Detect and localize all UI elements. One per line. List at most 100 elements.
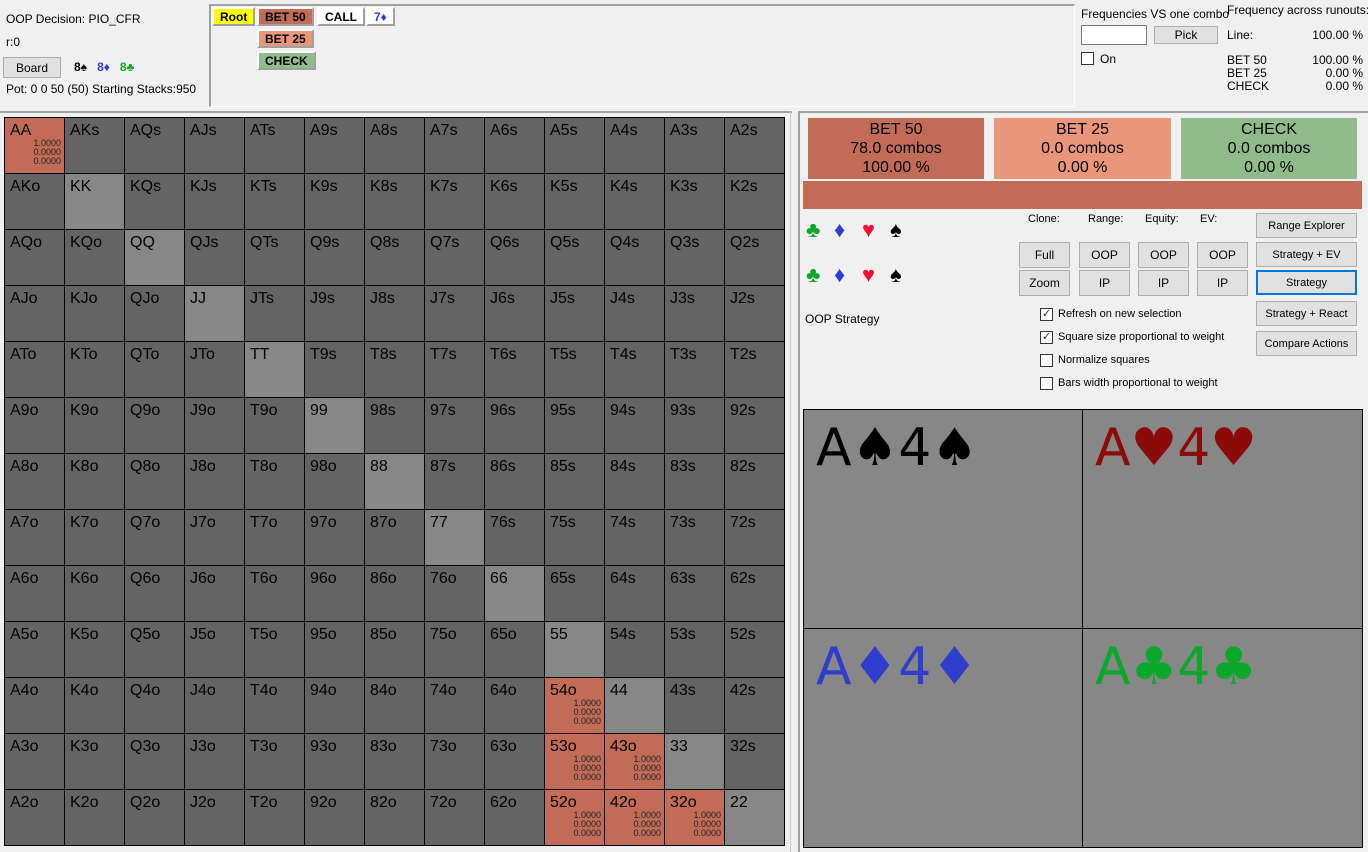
hand-cell-42o[interactable]: 42o 1.0000 0.0000 0.0000 <box>605 790 665 846</box>
hand-cell-A2o[interactable]: A2o <box>5 790 65 846</box>
hand-cell-AQo[interactable]: AQo <box>5 230 65 286</box>
hand-cell-54o[interactable]: 54o 1.0000 0.0000 0.0000 <box>545 678 605 734</box>
combo-cell-diamonds[interactable]: A♦4♦ <box>803 628 1083 848</box>
hand-cell-T8s[interactable]: T8s <box>365 342 425 398</box>
hand-cell-84s[interactable]: 84s <box>605 454 665 510</box>
hand-cell-K7o[interactable]: K7o <box>65 510 125 566</box>
view-button-strategy-ev[interactable]: Strategy + EV <box>1256 242 1357 267</box>
hand-cell-K5s[interactable]: K5s <box>545 174 605 230</box>
hand-cell-75s[interactable]: 75s <box>545 510 605 566</box>
hand-cell-32o[interactable]: 32o 1.0000 0.0000 0.0000 <box>665 790 725 846</box>
hand-cell-74o[interactable]: 74o <box>425 678 485 734</box>
ev-oop-button[interactable]: OOP <box>1197 242 1248 268</box>
hand-cell-A5o[interactable]: A5o <box>5 622 65 678</box>
hand-cell-K2o[interactable]: K2o <box>65 790 125 846</box>
hand-cell-73s[interactable]: 73s <box>665 510 725 566</box>
tree-node-call[interactable]: CALL <box>317 7 365 26</box>
hand-cell-T7s[interactable]: T7s <box>425 342 485 398</box>
hand-cell-T5s[interactable]: T5s <box>545 342 605 398</box>
hand-cell-A2s[interactable]: A2s <box>725 118 785 174</box>
hand-cell-K6o[interactable]: K6o <box>65 566 125 622</box>
hand-cell-88[interactable]: 88 <box>365 454 425 510</box>
option-checkbox[interactable] <box>1040 354 1053 367</box>
range-oop-button[interactable]: OOP <box>1079 242 1130 268</box>
hand-cell-76o[interactable]: 76o <box>425 566 485 622</box>
hand-cell-44[interactable]: 44 <box>605 678 665 734</box>
hand-cell-KQo[interactable]: KQo <box>65 230 125 286</box>
hand-cell-52s[interactable]: 52s <box>725 622 785 678</box>
hand-cell-K2s[interactable]: K2s <box>725 174 785 230</box>
equity-oop-button[interactable]: OOP <box>1138 242 1189 268</box>
hand-cell-54s[interactable]: 54s <box>605 622 665 678</box>
on-checkbox[interactable] <box>1081 52 1094 65</box>
hand-cell-92s[interactable]: 92s <box>725 398 785 454</box>
hand-cell-K8o[interactable]: K8o <box>65 454 125 510</box>
hand-cell-55[interactable]: 55 <box>545 622 605 678</box>
hand-cell-QTs[interactable]: QTs <box>245 230 305 286</box>
hand-cell-Q2s[interactable]: Q2s <box>725 230 785 286</box>
hand-cell-J4o[interactable]: J4o <box>185 678 245 734</box>
hand-cell-K3s[interactable]: K3s <box>665 174 725 230</box>
hand-cell-Q6o[interactable]: Q6o <box>125 566 185 622</box>
hand-cell-KK[interactable]: KK <box>65 174 125 230</box>
hand-cell-QTo[interactable]: QTo <box>125 342 185 398</box>
spade-filter-icon[interactable]: ♠ <box>890 264 902 286</box>
hand-cell-32s[interactable]: 32s <box>725 734 785 790</box>
hand-cell-95s[interactable]: 95s <box>545 398 605 454</box>
hand-cell-94o[interactable]: 94o <box>305 678 365 734</box>
hand-cell-92o[interactable]: 92o <box>305 790 365 846</box>
hand-cell-Q8s[interactable]: Q8s <box>365 230 425 286</box>
hand-cell-J9s[interactable]: J9s <box>305 286 365 342</box>
hand-cell-AJo[interactable]: AJo <box>5 286 65 342</box>
action-summary-bet25[interactable]: BET 25 0.0 combos 0.00 % <box>994 118 1171 179</box>
hand-cell-65o[interactable]: 65o <box>485 622 545 678</box>
hand-cell-A7o[interactable]: A7o <box>5 510 65 566</box>
hand-cell-42s[interactable]: 42s <box>725 678 785 734</box>
clone-full-button[interactable]: Full <box>1019 242 1070 268</box>
hand-cell-Q4o[interactable]: Q4o <box>125 678 185 734</box>
hand-cell-84o[interactable]: 84o <box>365 678 425 734</box>
hand-cell-J9o[interactable]: J9o <box>185 398 245 454</box>
hand-cell-J2s[interactable]: J2s <box>725 286 785 342</box>
hand-cell-Q9o[interactable]: Q9o <box>125 398 185 454</box>
hand-cell-65s[interactable]: 65s <box>545 566 605 622</box>
diamond-filter-icon[interactable]: ♦ <box>834 264 845 286</box>
board-button[interactable]: Board <box>3 57 61 78</box>
hand-cell-QQ[interactable]: QQ <box>125 230 185 286</box>
hand-cell-74s[interactable]: 74s <box>605 510 665 566</box>
hand-cell-T3s[interactable]: T3s <box>665 342 725 398</box>
heart-filter-icon[interactable]: ♥ <box>862 219 875 241</box>
hand-cell-75o[interactable]: 75o <box>425 622 485 678</box>
combo-input[interactable] <box>1081 25 1147 45</box>
tree-node-bet50[interactable]: BET 50 <box>257 7 314 26</box>
hand-cell-63s[interactable]: 63s <box>665 566 725 622</box>
view-button-strategy[interactable]: Strategy <box>1256 270 1357 295</box>
hand-cell-85s[interactable]: 85s <box>545 454 605 510</box>
combo-cell-clubs[interactable]: A♣4♣ <box>1082 628 1363 848</box>
club-filter-icon[interactable]: ♣ <box>806 219 820 241</box>
option-checkbox[interactable] <box>1040 377 1053 390</box>
hand-cell-T5o[interactable]: T5o <box>245 622 305 678</box>
hand-cell-97o[interactable]: 97o <box>305 510 365 566</box>
hand-cell-A4s[interactable]: A4s <box>605 118 665 174</box>
pick-button[interactable]: Pick <box>1154 26 1218 44</box>
hand-cell-T4s[interactable]: T4s <box>605 342 665 398</box>
hand-cell-72s[interactable]: 72s <box>725 510 785 566</box>
hand-cell-A9o[interactable]: A9o <box>5 398 65 454</box>
hand-cell-T9s[interactable]: T9s <box>305 342 365 398</box>
hand-cell-A7s[interactable]: A7s <box>425 118 485 174</box>
hand-cell-53s[interactable]: 53s <box>665 622 725 678</box>
hand-cell-63o[interactable]: 63o <box>485 734 545 790</box>
hand-cell-K5o[interactable]: K5o <box>65 622 125 678</box>
hand-cell-96o[interactable]: 96o <box>305 566 365 622</box>
hand-cell-JTo[interactable]: JTo <box>185 342 245 398</box>
hand-cell-K3o[interactable]: K3o <box>65 734 125 790</box>
tree-node-turn-card[interactable]: 7♦ <box>366 7 395 26</box>
hand-cell-66[interactable]: 66 <box>485 566 545 622</box>
clone-zoom-button[interactable]: Zoom <box>1019 270 1070 296</box>
hand-cell-85o[interactable]: 85o <box>365 622 425 678</box>
hand-cell-64o[interactable]: 64o <box>485 678 545 734</box>
view-button-range-explorer[interactable]: Range Explorer <box>1256 213 1357 238</box>
hand-cell-ATs[interactable]: ATs <box>245 118 305 174</box>
hand-cell-AKs[interactable]: AKs <box>65 118 125 174</box>
